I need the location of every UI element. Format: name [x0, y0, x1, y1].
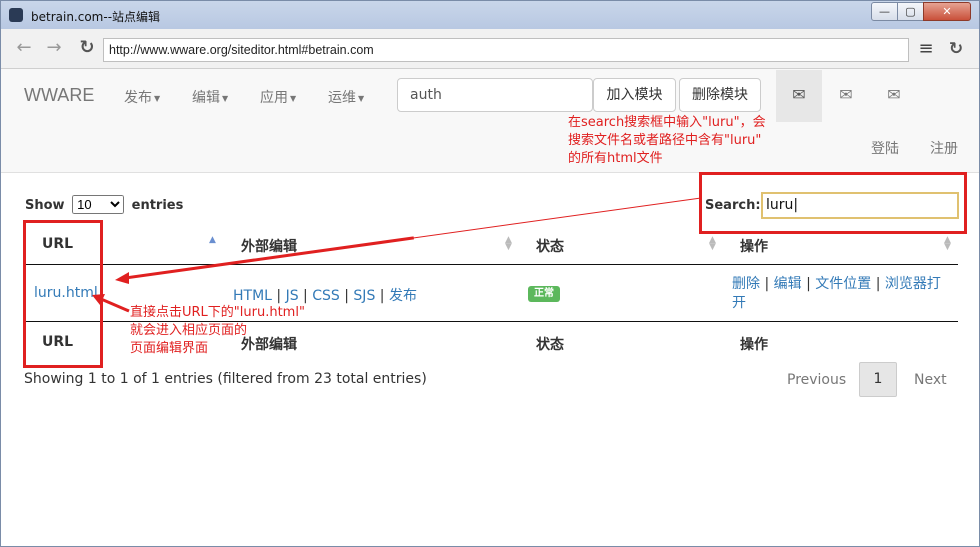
- annotation-line: 就会进入相应页面的: [130, 323, 248, 338]
- external-edit-links: HTML | JS | CSS | SJS | 发布: [233, 288, 417, 304]
- add-module-button[interactable]: 加入模块: [593, 78, 676, 112]
- back-icon[interactable]: ←: [13, 37, 35, 59]
- annotation-line: 直接点击URL下的"luru.html": [130, 305, 305, 320]
- pagination-next[interactable]: Next: [914, 372, 947, 388]
- mail-icon[interactable]: ✉: [871, 70, 917, 122]
- menu-apps[interactable]: 应用 ▼: [260, 87, 296, 107]
- html-link[interactable]: HTML: [233, 288, 272, 304]
- table-header-rule: [24, 264, 958, 265]
- minimize-button[interactable]: —: [871, 2, 898, 21]
- url-annotation: 直接点击URL下的"luru.html" 就会进入相应页面的 页面编辑界面: [130, 304, 305, 358]
- menu-publish[interactable]: 发布 ▼: [124, 87, 160, 107]
- login-link[interactable]: 登陆: [871, 138, 899, 158]
- pagination-page-1[interactable]: 1: [859, 362, 897, 397]
- publish-link[interactable]: 发布: [389, 288, 417, 304]
- arrowhead-icon: [115, 272, 129, 284]
- brand-logo[interactable]: WWARE: [24, 85, 94, 106]
- maximize-button[interactable]: ▢: [897, 2, 924, 21]
- file-location-link[interactable]: 文件位置: [815, 276, 871, 292]
- th-status[interactable]: 状态: [536, 236, 564, 256]
- entries-select[interactable]: 10: [72, 195, 125, 214]
- table-info: Showing 1 to 1 of 1 entries (filtered fr…: [24, 371, 427, 387]
- register-link[interactable]: 注册: [930, 138, 958, 158]
- arrow-line-short: [100, 297, 130, 313]
- mail-icon[interactable]: ✉: [776, 70, 822, 122]
- menu-ops-label: 运维: [328, 90, 356, 106]
- site-navbar: WWARE 发布 ▼ 编辑 ▼ 应用 ▼ 运维 ▼ auth 加入模块 删除模块 ✉ ✉…: [1, 69, 979, 173]
- menu-ops[interactable]: 运维 ▼: [328, 87, 364, 107]
- browser-toolbar: ← → ↻ http://www.wware.org/siteditor.htm…: [1, 29, 979, 69]
- caret-down-icon: ▼: [222, 93, 229, 103]
- reload-right-icon[interactable]: ↻: [947, 38, 965, 60]
- js-link[interactable]: JS: [286, 288, 299, 304]
- entries-label: entries: [131, 198, 184, 213]
- sort-both-icon[interactable]: ▲ ▼: [944, 236, 951, 252]
- delete-module-button[interactable]: 删除模块: [679, 78, 761, 112]
- sort-both-icon[interactable]: ▲ ▼: [709, 236, 716, 252]
- url-column-highlight-box: [23, 220, 103, 368]
- status-badge: 正常: [528, 286, 560, 302]
- reload-icon[interactable]: ↻: [76, 37, 98, 59]
- pagination-previous[interactable]: Previous: [787, 372, 846, 388]
- annotation-line: 页面编辑界面: [130, 341, 209, 356]
- forward-icon[interactable]: →: [43, 37, 65, 59]
- annotation-line: 的所有html文件: [568, 151, 663, 166]
- sort-both-icon[interactable]: ▲ ▼: [505, 236, 512, 252]
- window-title: betrain.com--站点编辑: [31, 10, 161, 24]
- sjs-link[interactable]: SJS: [353, 288, 375, 304]
- annotation-line: 在search搜索框中输入"luru"，会: [568, 115, 766, 130]
- menu-icon[interactable]: ≡: [917, 38, 935, 60]
- search-annotation: 在search搜索框中输入"luru"，会 搜索文件名或者路径中含有"luru"…: [568, 114, 766, 168]
- title-bar: betrain.com--站点编辑 — ▢ ✕: [1, 1, 979, 29]
- annotation-line: 搜索文件名或者路径中含有"luru": [568, 133, 762, 148]
- app-icon: [9, 8, 23, 22]
- menu-edit[interactable]: 编辑 ▼: [192, 87, 228, 107]
- caret-down-icon: ▼: [154, 93, 161, 103]
- tf-status: 状态: [536, 337, 564, 353]
- search-highlight-box: [699, 172, 967, 234]
- entries-length: Show 10 entries: [25, 195, 183, 214]
- edit-link[interactable]: 编辑: [774, 276, 802, 292]
- caret-down-icon: ▼: [358, 93, 365, 103]
- menu-publish-label: 发布: [124, 90, 152, 106]
- th-actions[interactable]: 操作: [740, 236, 768, 256]
- close-button[interactable]: ✕: [923, 2, 971, 21]
- sort-asc-icon[interactable]: ▲: [209, 236, 216, 245]
- browser-window: betrain.com--站点编辑 — ▢ ✕ ← → ↻ http://www…: [0, 0, 980, 547]
- menu-apps-label: 应用: [260, 90, 288, 106]
- show-label: Show: [25, 198, 65, 213]
- address-bar[interactable]: http://www.wware.org/siteditor.html#betr…: [103, 38, 909, 62]
- action-links: 删除 | 编辑 | 文件位置 | 浏览器打开: [732, 276, 941, 311]
- menu-edit-label: 编辑: [192, 90, 220, 106]
- module-search-input[interactable]: auth: [397, 78, 593, 112]
- tf-actions: 操作: [740, 337, 768, 353]
- th-external-edit[interactable]: 外部编辑: [241, 236, 297, 256]
- mail-icon[interactable]: ✉: [823, 70, 869, 122]
- caret-down-icon: ▼: [290, 93, 297, 103]
- css-link[interactable]: CSS: [312, 288, 340, 304]
- delete-link[interactable]: 删除: [732, 276, 760, 292]
